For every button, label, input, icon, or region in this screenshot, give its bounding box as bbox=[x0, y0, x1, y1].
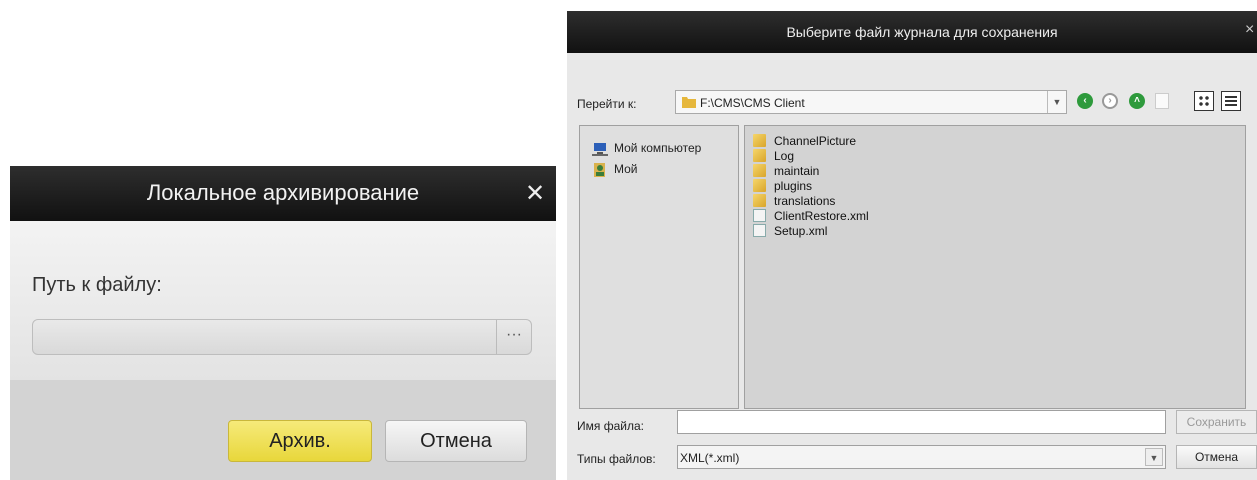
lookin-value: F:\CMS\CMS Client bbox=[700, 96, 805, 110]
list-item[interactable]: translations bbox=[753, 194, 835, 210]
list-item[interactable]: ChannelPicture bbox=[753, 134, 856, 150]
lookin-combobox[interactable]: F:\CMS\CMS Client ▼ bbox=[675, 90, 1067, 114]
file-name: translations bbox=[774, 194, 836, 208]
folder-icon bbox=[753, 194, 766, 207]
file-name: maintain bbox=[774, 164, 820, 178]
list-item[interactable]: Log bbox=[753, 149, 794, 165]
folder-icon bbox=[753, 149, 766, 162]
list-view-icon[interactable] bbox=[1194, 91, 1214, 111]
user-icon bbox=[594, 163, 605, 177]
detail-view-icon[interactable] bbox=[1221, 91, 1241, 111]
save-dialog-title: Выберите файл журнала для сохранения bbox=[786, 24, 1058, 40]
filename-input[interactable] bbox=[677, 410, 1166, 434]
filetype-select[interactable]: XML(*.xml) ▼ bbox=[677, 445, 1166, 469]
file-list: ChannelPicture Log maintain plugins tran… bbox=[744, 125, 1246, 409]
computer-icon bbox=[592, 143, 608, 156]
xml-file-icon bbox=[753, 224, 766, 237]
file-name: Log bbox=[774, 149, 795, 163]
back-icon[interactable]: ‹ bbox=[1077, 93, 1093, 109]
list-item[interactable]: ClientRestore.xml bbox=[753, 209, 869, 225]
xml-file-icon bbox=[753, 209, 766, 222]
file-name: ChannelPicture bbox=[774, 134, 857, 148]
sidebar-item-my[interactable]: Мой bbox=[592, 162, 638, 180]
save-log-file-dialog: Выберите файл журнала для сохранения × П… bbox=[567, 11, 1257, 480]
archive-dialog-titlebar: Локальное архивирование ✕ bbox=[10, 166, 556, 221]
file-path-label: Путь к файлу: bbox=[32, 274, 162, 296]
folder-icon bbox=[753, 164, 766, 177]
folder-icon bbox=[753, 134, 766, 147]
archive-dialog-footer: Архив. Отмена bbox=[10, 380, 556, 480]
file-path-input[interactable]: ··· bbox=[32, 319, 532, 355]
filename-label: Имя файла: bbox=[577, 419, 644, 433]
lookin-label: Перейти к: bbox=[577, 97, 637, 111]
file-name: Setup.xml bbox=[774, 224, 828, 238]
local-archive-dialog: Локальное архивирование ✕ Путь к файлу: … bbox=[10, 166, 556, 480]
archive-button[interactable]: Архив. bbox=[228, 420, 372, 462]
new-folder-icon[interactable] bbox=[1155, 93, 1169, 109]
archive-dialog-body: Путь к файлу: ··· bbox=[10, 221, 556, 380]
forward-icon[interactable]: › bbox=[1102, 93, 1118, 109]
sidebar-places: Мой компьютер Мой bbox=[579, 125, 739, 409]
close-icon[interactable]: ✕ bbox=[520, 178, 550, 208]
file-name: ClientRestore.xml bbox=[774, 209, 869, 223]
cancel-button[interactable]: Отмена bbox=[385, 420, 527, 462]
sidebar-item-my-computer[interactable]: Мой компьютер bbox=[592, 141, 701, 159]
sidebar-item-label: Мой компьютер bbox=[614, 141, 702, 156]
folder-icon bbox=[753, 179, 766, 192]
list-item[interactable]: maintain bbox=[753, 164, 819, 180]
folder-icon bbox=[682, 97, 696, 108]
filetype-value: XML(*.xml) bbox=[680, 451, 740, 465]
close-icon[interactable]: × bbox=[1245, 21, 1257, 41]
cancel-button[interactable]: Отмена bbox=[1176, 445, 1257, 469]
filetype-label: Типы файлов: bbox=[577, 452, 656, 466]
up-folder-icon[interactable]: ˄ bbox=[1129, 93, 1145, 109]
chevron-down-icon[interactable]: ▼ bbox=[1047, 91, 1066, 113]
chevron-down-icon[interactable]: ▼ bbox=[1145, 448, 1163, 466]
file-name: plugins bbox=[774, 179, 813, 193]
list-item[interactable]: plugins bbox=[753, 179, 812, 195]
sidebar-item-label: Мой bbox=[614, 162, 638, 177]
browse-button[interactable]: ··· bbox=[496, 320, 531, 354]
save-button[interactable]: Сохранить bbox=[1176, 410, 1257, 434]
list-item[interactable]: Setup.xml bbox=[753, 224, 827, 240]
save-dialog-titlebar: Выберите файл журнала для сохранения × bbox=[567, 11, 1257, 53]
archive-dialog-title: Локальное архивирование bbox=[146, 180, 420, 205]
